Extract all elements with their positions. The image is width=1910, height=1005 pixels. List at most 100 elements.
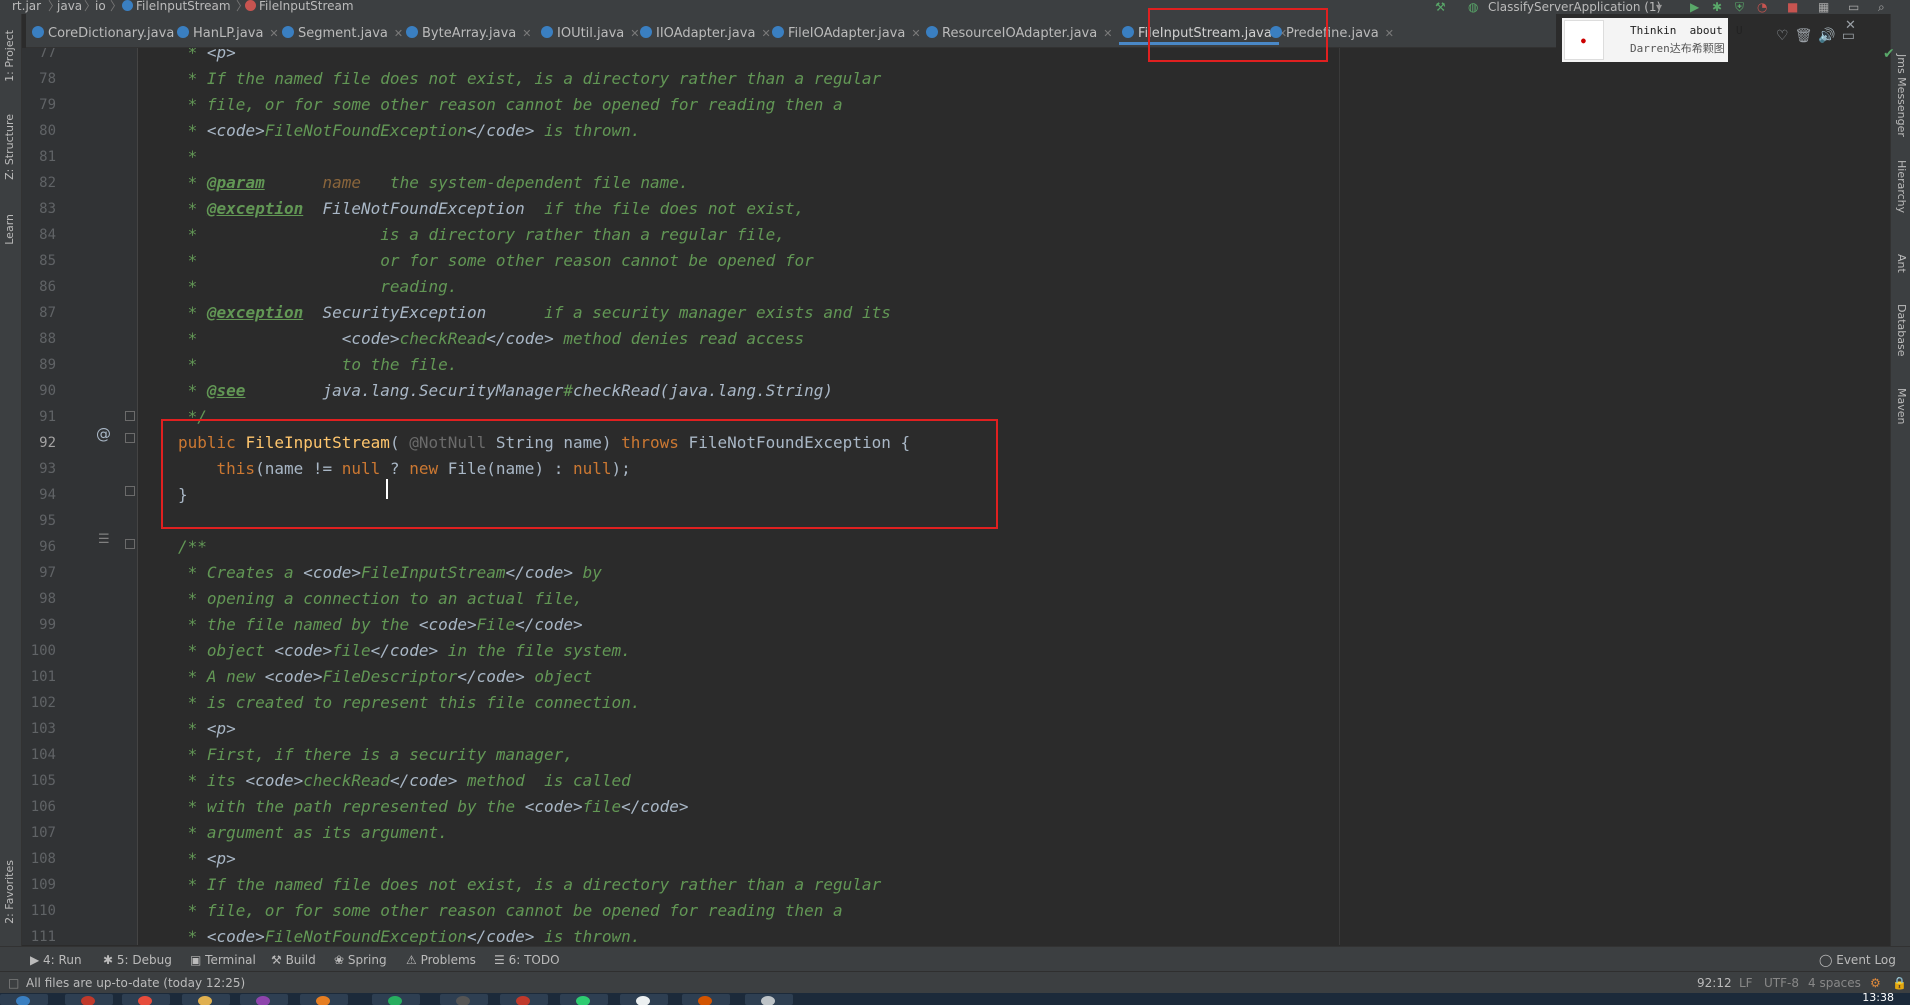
line-number[interactable]: 79 bbox=[22, 92, 56, 118]
line-number[interactable]: 92 bbox=[22, 430, 56, 456]
chevron-down-icon[interactable]: ▾ bbox=[1656, 0, 1662, 14]
code-line[interactable]: * or for some other reason cannot be ope… bbox=[178, 248, 814, 274]
taskbar-app[interactable] bbox=[620, 994, 668, 1005]
lock-icon[interactable]: 🔒 bbox=[1892, 976, 1907, 990]
taskbar-app[interactable] bbox=[65, 994, 113, 1005]
code-line[interactable]: * <p> bbox=[178, 846, 236, 872]
breadcrumb-class[interactable]: FileInputStream bbox=[122, 0, 231, 13]
line-number[interactable]: 108 bbox=[22, 846, 56, 872]
line-number[interactable]: 80 bbox=[22, 118, 56, 144]
breadcrumb-package-io[interactable]: io bbox=[95, 0, 106, 13]
line-number[interactable]: 107 bbox=[22, 820, 56, 846]
code-line[interactable]: * file, or for some other reason cannot … bbox=[178, 898, 843, 924]
tool-tab-favorites[interactable]: 2: Favorites bbox=[3, 860, 16, 924]
line-separator[interactable]: LF bbox=[1739, 976, 1753, 990]
tab-iioadapter[interactable]: IIOAdapter.java ✕ bbox=[634, 14, 771, 48]
fold-marker-icon[interactable] bbox=[125, 411, 135, 421]
event-log-button[interactable]: ◯ Event Log bbox=[1819, 953, 1896, 967]
code-line[interactable]: * opening a connection to an actual file… bbox=[178, 586, 583, 612]
code-line[interactable]: /** bbox=[178, 534, 207, 560]
music-popup[interactable]: ● Thinkin about U Darren达布希颗图 bbox=[1562, 18, 1743, 62]
fold-marker-icon[interactable] bbox=[125, 539, 135, 549]
tool-window-problems[interactable]: ⚠ Problems bbox=[406, 953, 476, 967]
line-number[interactable]: 95 bbox=[22, 508, 56, 534]
tool-tab-hierarchy[interactable]: Hierarchy bbox=[1895, 160, 1908, 213]
taskbar-app[interactable] bbox=[440, 994, 488, 1005]
tab-ioutil[interactable]: IOUtil.java ✕ bbox=[535, 14, 640, 48]
tab-coredictionary[interactable]: CoreDictionary.java✕ bbox=[26, 14, 190, 48]
override-marker-icon[interactable]: @ bbox=[96, 425, 111, 443]
search-icon[interactable]: ⌕ bbox=[1878, 0, 1885, 15]
status-square-icon[interactable]: □ bbox=[8, 976, 19, 990]
code-line[interactable]: * First, if there is a security manager, bbox=[178, 742, 573, 768]
tool-window-run[interactable]: ▶ 4: Run bbox=[30, 953, 82, 967]
code-line[interactable]: * is created to represent this file conn… bbox=[178, 690, 641, 716]
taskbar-app[interactable] bbox=[240, 994, 288, 1005]
line-number[interactable]: 78 bbox=[22, 66, 56, 92]
close-icon[interactable]: ✕ bbox=[522, 27, 531, 40]
git-icon[interactable]: ⚙ bbox=[1870, 976, 1881, 990]
caret-position[interactable]: 92:12 bbox=[1697, 976, 1732, 990]
line-number[interactable]: 94 bbox=[22, 482, 56, 508]
tool-tab-ant[interactable]: Ant bbox=[1895, 254, 1908, 273]
line-number[interactable]: 88 bbox=[22, 326, 56, 352]
breadcrumb-package-java[interactable]: java bbox=[57, 0, 82, 13]
close-icon[interactable]: ✕ bbox=[1385, 27, 1394, 40]
editor-gutter[interactable]: @ ☰ 77 78 79 80 81 82 83 84 85 86 87 88 89 90 91 92 93 94… bbox=[22, 48, 138, 945]
tool-tab-learn[interactable]: Learn bbox=[3, 214, 16, 245]
volume-icon[interactable]: 🔊 bbox=[1818, 28, 1835, 44]
code-line[interactable]: * @see java.lang.SecurityManager#checkRe… bbox=[178, 378, 833, 404]
trash-icon[interactable]: 🗑 bbox=[1795, 28, 1813, 44]
tab-bytearray[interactable]: ByteArray.java ✕ bbox=[400, 14, 531, 48]
line-number[interactable]: 99 bbox=[22, 612, 56, 638]
code-line[interactable]: * argument as its argument. bbox=[178, 820, 448, 846]
tool-window-spring[interactable]: ❀ Spring bbox=[334, 953, 387, 967]
taskbar-app[interactable] bbox=[182, 994, 230, 1005]
line-number[interactable]: 110 bbox=[22, 898, 56, 924]
file-encoding[interactable]: UTF-8 bbox=[1764, 976, 1799, 990]
render-doc-icon[interactable]: ☰ bbox=[98, 532, 110, 547]
code-line[interactable]: * Creates a <code>FileInputStream</code>… bbox=[178, 560, 602, 586]
line-number[interactable]: 104 bbox=[22, 742, 56, 768]
line-number[interactable]: 82 bbox=[22, 170, 56, 196]
code-line[interactable]: * @exception SecurityException if a secu… bbox=[178, 300, 891, 326]
tool-tab-jms-messenger[interactable]: Jms Messenger bbox=[1895, 54, 1908, 137]
code-line[interactable]: * <code>checkRead</code> method denies r… bbox=[178, 326, 805, 352]
code-line[interactable]: * <code>FileNotFoundException</code> is … bbox=[178, 924, 641, 945]
close-icon[interactable]: ✕ bbox=[1845, 18, 1856, 33]
line-number[interactable]: 87 bbox=[22, 300, 56, 326]
tool-tab-maven[interactable]: Maven bbox=[1895, 388, 1908, 424]
tab-fileioadapter[interactable]: FileIOAdapter.java ✕ bbox=[766, 14, 921, 48]
run-icon[interactable]: ▶ bbox=[1690, 0, 1699, 14]
line-number[interactable]: 96 bbox=[22, 534, 56, 560]
code-line[interactable]: * If the named file does not exist, is a… bbox=[178, 66, 882, 92]
line-number[interactable]: 102 bbox=[22, 690, 56, 716]
line-number[interactable]: 77 bbox=[22, 48, 56, 66]
code-line[interactable]: * <p> bbox=[178, 716, 236, 742]
tool-tab-structure[interactable]: Z: Structure bbox=[3, 114, 16, 180]
line-number[interactable]: 109 bbox=[22, 872, 56, 898]
line-number[interactable]: 85 bbox=[22, 248, 56, 274]
code-line[interactable]: * object <code>file</code> in the file s… bbox=[178, 638, 631, 664]
code-line[interactable]: * file, or for some other reason cannot … bbox=[178, 92, 843, 118]
tool-tab-project[interactable]: 1: Project bbox=[3, 30, 16, 82]
breadcrumb-method[interactable]: FileInputStream bbox=[245, 0, 354, 13]
build-hammer-icon[interactable]: ⚒ bbox=[1435, 0, 1446, 14]
line-number[interactable]: 98 bbox=[22, 586, 56, 612]
line-number[interactable]: 111 bbox=[22, 924, 56, 945]
line-number[interactable]: 83 bbox=[22, 196, 56, 222]
line-number[interactable]: 106 bbox=[22, 794, 56, 820]
heart-icon[interactable]: ♡ bbox=[1776, 28, 1789, 44]
breadcrumb-jar[interactable]: rt.jar bbox=[12, 0, 41, 13]
tab-segment[interactable]: Segment.java ✕ bbox=[276, 14, 403, 48]
code-line[interactable]: * the file named by the <code>File</code… bbox=[178, 612, 583, 638]
line-number[interactable]: 100 bbox=[22, 638, 56, 664]
taskbar-app[interactable] bbox=[0, 994, 48, 1005]
code-line[interactable]: * is a directory rather than a regular f… bbox=[178, 222, 785, 248]
line-number[interactable]: 101 bbox=[22, 664, 56, 690]
line-number[interactable]: 93 bbox=[22, 456, 56, 482]
window-layout-icon[interactable]: ▭ bbox=[1848, 0, 1859, 14]
tool-window-debug[interactable]: ✱ 5: Debug bbox=[103, 953, 172, 967]
code-line[interactable]: * <code>FileNotFoundException</code> is … bbox=[178, 118, 641, 144]
close-icon[interactable]: ✕ bbox=[1103, 27, 1112, 40]
